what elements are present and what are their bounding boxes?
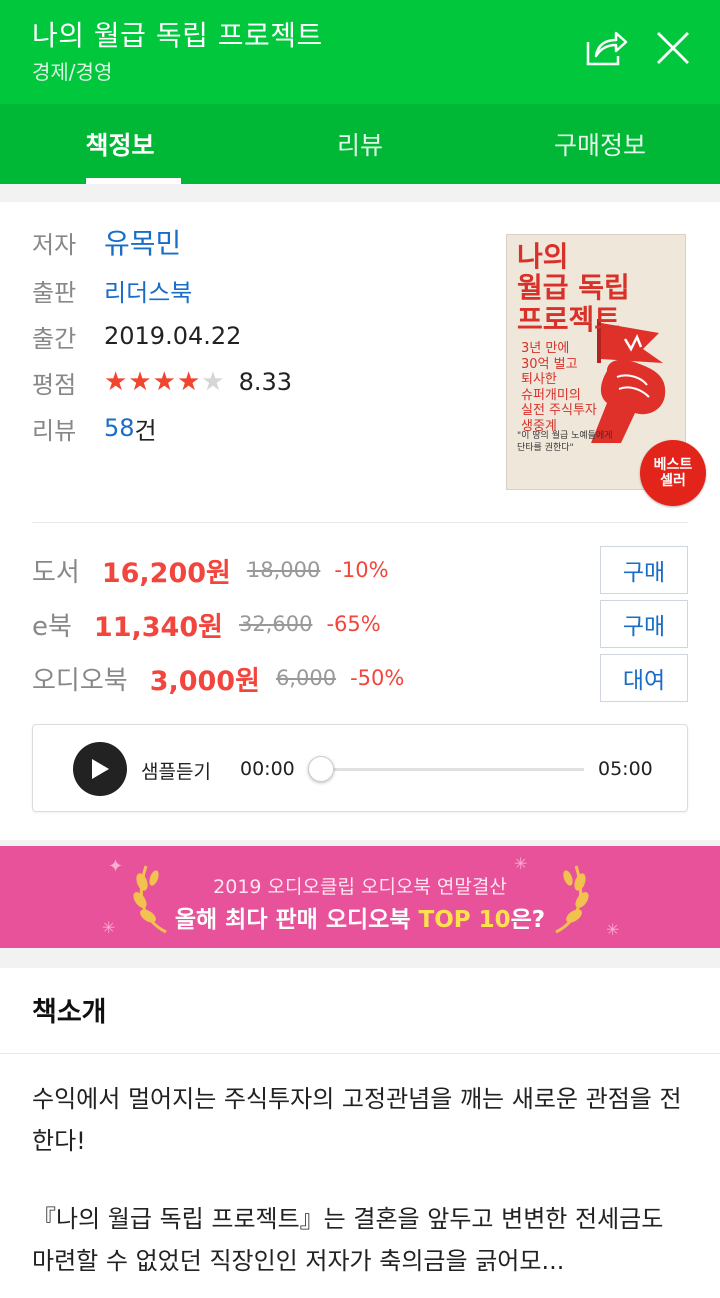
share-button[interactable]	[580, 22, 632, 74]
star-empty-icon: ★	[201, 367, 225, 397]
star-full-icon: ★	[128, 367, 152, 397]
app-header: 나의 월급 독립 프로젝트 경제/경영	[0, 0, 720, 104]
intro-paragraph: 수익에서 멀어지는 주식투자의 고정관념을 깨는 새로운 관점을 전한다!	[32, 1085, 682, 1155]
divider	[0, 1053, 720, 1054]
star-full-icon: ★	[152, 367, 176, 397]
discount-rate: -50%	[350, 666, 405, 690]
pubdate-row: 출간 2019.04.22	[32, 316, 241, 356]
progress-track[interactable]	[320, 768, 584, 771]
bestseller-badge: 베스트 셀러	[640, 440, 706, 506]
section-gap	[0, 948, 720, 968]
pubdate-label: 출간	[32, 324, 77, 353]
price-row-ebook: e북 11,340원 32,600 -65%	[32, 600, 381, 648]
close-button[interactable]	[647, 22, 699, 74]
author-label: 저자	[32, 230, 77, 259]
original-price: 18,000	[246, 558, 321, 582]
author-link[interactable]: 유목민	[104, 222, 181, 262]
audiobook-top10-banner[interactable]: ✦ ✳ ✳ ✳ 2019 오디오클립 오디오북 연말결산 올해 최다 판매 오디…	[0, 846, 720, 948]
rating-label: 평점	[32, 370, 77, 399]
book-category: 경제/경영	[32, 60, 113, 84]
tab-purchase-info[interactable]: 구매정보	[480, 104, 720, 184]
publisher-label: 출판	[32, 278, 77, 307]
rating-value: 8.33	[238, 368, 292, 396]
book-intro-heading: 책소개	[32, 997, 107, 1028]
author-row: 저자 유목민	[32, 222, 181, 262]
review-row: 리뷰 58 건	[32, 408, 157, 448]
review-count-link[interactable]: 58	[104, 414, 135, 442]
section-gap	[0, 184, 720, 202]
play-button[interactable]	[73, 742, 127, 796]
cover-quote: "이 땅의 월급 노예들에게 단타를 권한다"	[517, 431, 613, 453]
banner-subtitle: 2019 오디오클립 오디오북 연말결산	[213, 876, 507, 898]
intro-paragraph: 『나의 월급 독립 프로젝트』는 결혼을 앞두고 변변한 전세금도 마련할 수 …	[32, 1205, 664, 1275]
tab-reviews[interactable]: 리뷰	[240, 104, 480, 184]
sale-price: 11,340원	[93, 611, 223, 643]
page-title: 나의 월급 독립 프로젝트	[32, 19, 323, 52]
star-full-icon: ★	[176, 367, 201, 397]
progress-thumb[interactable]	[308, 756, 334, 782]
rating-row: 평점 ★ ★ ★ ★ ★ 8.33	[32, 362, 292, 402]
discount-rate: -65%	[326, 612, 381, 636]
duration-time: 05:00	[598, 758, 653, 780]
sample-listen-label: 샘플듣기	[141, 761, 211, 783]
publisher-row: 출판 리더스북	[32, 270, 192, 310]
publisher-link[interactable]: 리더스북	[104, 273, 192, 308]
price-label: 도서	[32, 557, 80, 588]
close-icon	[657, 32, 689, 64]
rating-stars: ★ ★ ★ ★ ★	[104, 369, 225, 395]
original-price: 32,600	[238, 612, 313, 636]
cover-title: 나의 월급 독립 프로젝트	[517, 240, 630, 336]
sale-price: 3,000원	[149, 665, 260, 697]
tab-bar: 책정보 리뷰 구매정보	[0, 104, 720, 184]
price-row-audiobook: 오디오북 3,000원 6,000 -50%	[32, 654, 404, 702]
price-row-book: 도서 16,200원 18,000 -10%	[32, 546, 389, 594]
play-icon	[92, 759, 109, 779]
price-label: e북	[32, 611, 72, 642]
price-label: 오디오북	[32, 665, 128, 696]
buy-ebook-button[interactable]: 구매	[600, 600, 688, 648]
review-unit: 건	[134, 416, 157, 445]
tab-book-info[interactable]: 책정보	[0, 104, 240, 184]
cover-subtitle: 3년 만에 30억 벌고 퇴사한 슈퍼개미의 실전 주식투자 생중계	[521, 341, 597, 434]
review-label: 리뷰	[32, 416, 77, 445]
sparkle-icon: ✳	[514, 854, 528, 873]
divider	[32, 522, 688, 523]
discount-rate: -10%	[334, 558, 389, 582]
sale-price: 16,200원	[101, 557, 231, 589]
current-time: 00:00	[240, 758, 295, 780]
original-price: 6,000	[275, 666, 337, 690]
sample-audio-player: 샘플듣기 00:00 05:00	[32, 724, 688, 812]
star-full-icon: ★	[104, 367, 128, 397]
share-icon	[586, 31, 628, 66]
buy-book-button[interactable]: 구매	[600, 546, 688, 594]
rent-audiobook-button[interactable]: 대여	[600, 654, 688, 702]
banner-headline: 올해 최다 판매 오디오북 TOP 10은?	[174, 907, 546, 933]
pubdate-value: 2019.04.22	[104, 322, 242, 350]
